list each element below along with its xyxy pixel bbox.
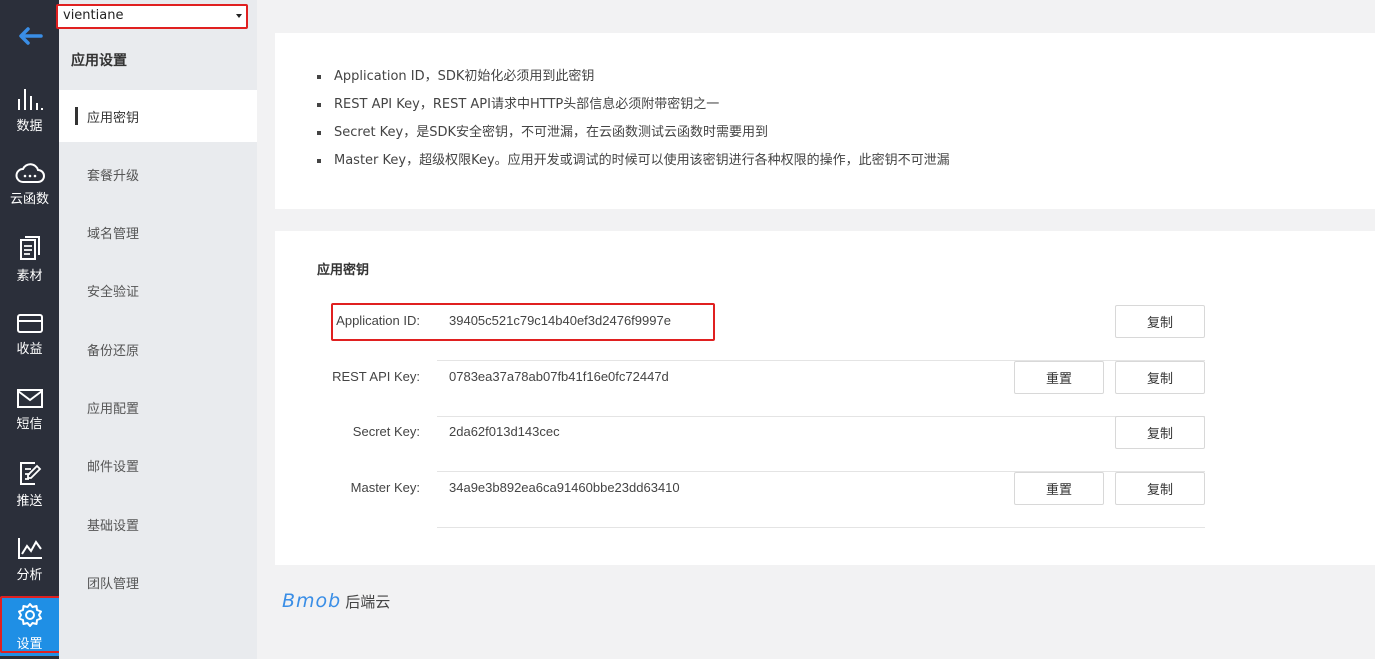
key-value: 2da62f013d143cec xyxy=(449,424,560,439)
copy-button[interactable]: 复制 xyxy=(1115,361,1205,394)
row-divider xyxy=(437,527,1205,528)
sidebar-item-basic[interactable]: 基础设置 xyxy=(59,498,257,550)
info-line: Master Key，超级权限Key。应用开发或调试的时候可以使用该密钥进行各种… xyxy=(317,147,1375,175)
key-label: Master Key: xyxy=(350,480,420,495)
push-icon xyxy=(19,462,41,485)
rail-item-label: 分析 xyxy=(16,568,43,583)
key-row-rest-api-key: REST API Key: 0783ea37a78ab07fb41f16e0fc… xyxy=(275,361,1375,417)
brand-footer: Bmob 后端云 xyxy=(282,590,390,612)
key-label: Secret Key: xyxy=(352,424,420,439)
rail-item-cloud-functions[interactable]: 云函数 xyxy=(0,147,59,222)
sidebar-item-app-config[interactable]: 应用配置 xyxy=(59,381,257,433)
sidebar-item-plan-upgrade[interactable]: 套餐升级 xyxy=(59,148,257,200)
rail-item-label: 推送 xyxy=(16,494,43,509)
line-chart-icon xyxy=(17,538,42,559)
rail-item-sms[interactable]: 短信 xyxy=(0,372,59,447)
sidebar-heading: 应用设置 xyxy=(71,53,127,69)
rail-item-revenue[interactable]: 收益 xyxy=(0,297,59,372)
info-list: Application ID，SDK初始化必须用到此密钥 REST API Ke… xyxy=(275,33,1375,175)
sidebar-item-backup[interactable]: 备份还原 xyxy=(59,323,257,375)
rail-item-assets[interactable]: 素材 xyxy=(0,222,59,297)
reset-button[interactable]: 重置 xyxy=(1014,361,1104,394)
key-value: 0783ea37a78ab07fb41f16e0fc72447d xyxy=(449,369,669,384)
info-line: Secret Key，是SDK安全密钥，不可泄漏，在云函数测试云函数时需要用到 xyxy=(317,119,1375,147)
rail-item-data[interactable]: 数据 xyxy=(0,72,59,147)
reset-button[interactable]: 重置 xyxy=(1014,472,1104,505)
icon-rail: 数据 云函数 素材 收益 短信 推送 分析 设置 xyxy=(0,0,59,659)
rail-item-push[interactable]: 推送 xyxy=(0,447,59,522)
card-icon xyxy=(16,314,43,333)
key-row-secret-key: Secret Key: 2da62f013d143cec 复制 xyxy=(275,416,1375,472)
arrow-left-icon xyxy=(18,27,43,45)
sidebar-item-security[interactable]: 安全验证 xyxy=(59,264,257,316)
settings-sidebar: 应用设置 应用密钥 套餐升级 域名管理 安全验证 备份还原 应用配置 邮件设置 … xyxy=(59,0,257,659)
bmob-logo: Bmob xyxy=(282,590,342,612)
sidebar-item-app-keys[interactable]: 应用密钥 xyxy=(59,90,257,142)
rail-item-label: 素材 xyxy=(16,269,43,284)
key-label: REST API Key: xyxy=(332,369,420,384)
rail-item-label: 数据 xyxy=(16,119,43,134)
copy-button[interactable]: 复制 xyxy=(1115,416,1205,449)
app-selector[interactable]: vientiane xyxy=(56,4,248,29)
copy-button[interactable]: 复制 xyxy=(1115,305,1205,338)
app-selector-value: vientiane xyxy=(63,8,124,23)
brand-name: 后端云 xyxy=(345,592,391,611)
cloud-icon xyxy=(15,163,45,183)
info-panel: Application ID，SDK初始化必须用到此密钥 REST API Ke… xyxy=(275,33,1375,209)
rail-item-label: 收益 xyxy=(16,342,43,357)
keys-panel: 应用密钥 Application ID: 39405c521c79c14b40e… xyxy=(275,231,1375,565)
info-line: REST API Key，REST API请求中HTTP头部信息必须附带密钥之一 xyxy=(317,91,1375,119)
info-line: Application ID，SDK初始化必须用到此密钥 xyxy=(317,63,1375,91)
sidebar-item-team[interactable]: 团队管理 xyxy=(59,556,257,608)
rail-item-label: 云函数 xyxy=(9,192,49,207)
copy-button[interactable]: 复制 xyxy=(1115,472,1205,505)
caret-down-icon xyxy=(236,14,242,18)
rail-item-label: 短信 xyxy=(16,417,43,432)
sidebar-item-domain[interactable]: 域名管理 xyxy=(59,206,257,258)
keys-title: 应用密钥 xyxy=(317,263,370,278)
back-button[interactable] xyxy=(0,0,59,72)
bar-chart-icon xyxy=(17,89,43,110)
key-row-master-key: Master Key: 34a9e3b892ea6ca91460bbe23dd6… xyxy=(275,472,1375,528)
documents-icon xyxy=(19,236,40,260)
mail-icon xyxy=(16,389,43,408)
application-id-highlight-box xyxy=(331,303,715,341)
sidebar-item-email[interactable]: 邮件设置 xyxy=(59,439,257,491)
rail-item-analytics[interactable]: 分析 xyxy=(0,522,59,597)
key-value: 34a9e3b892ea6ca91460bbe23dd63410 xyxy=(449,480,680,495)
